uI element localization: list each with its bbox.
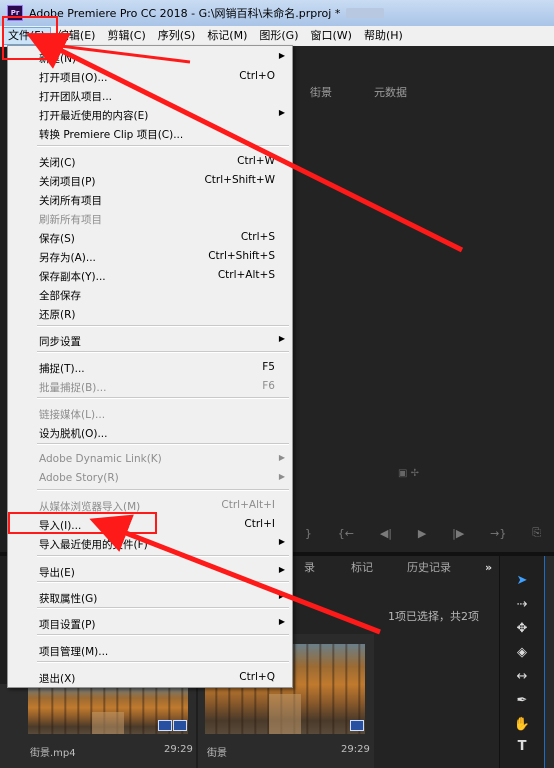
annotation-arrows: [26, 33, 464, 635]
arrow-to-import: [89, 514, 381, 635]
arrow-to-file-menu: [26, 33, 464, 253]
